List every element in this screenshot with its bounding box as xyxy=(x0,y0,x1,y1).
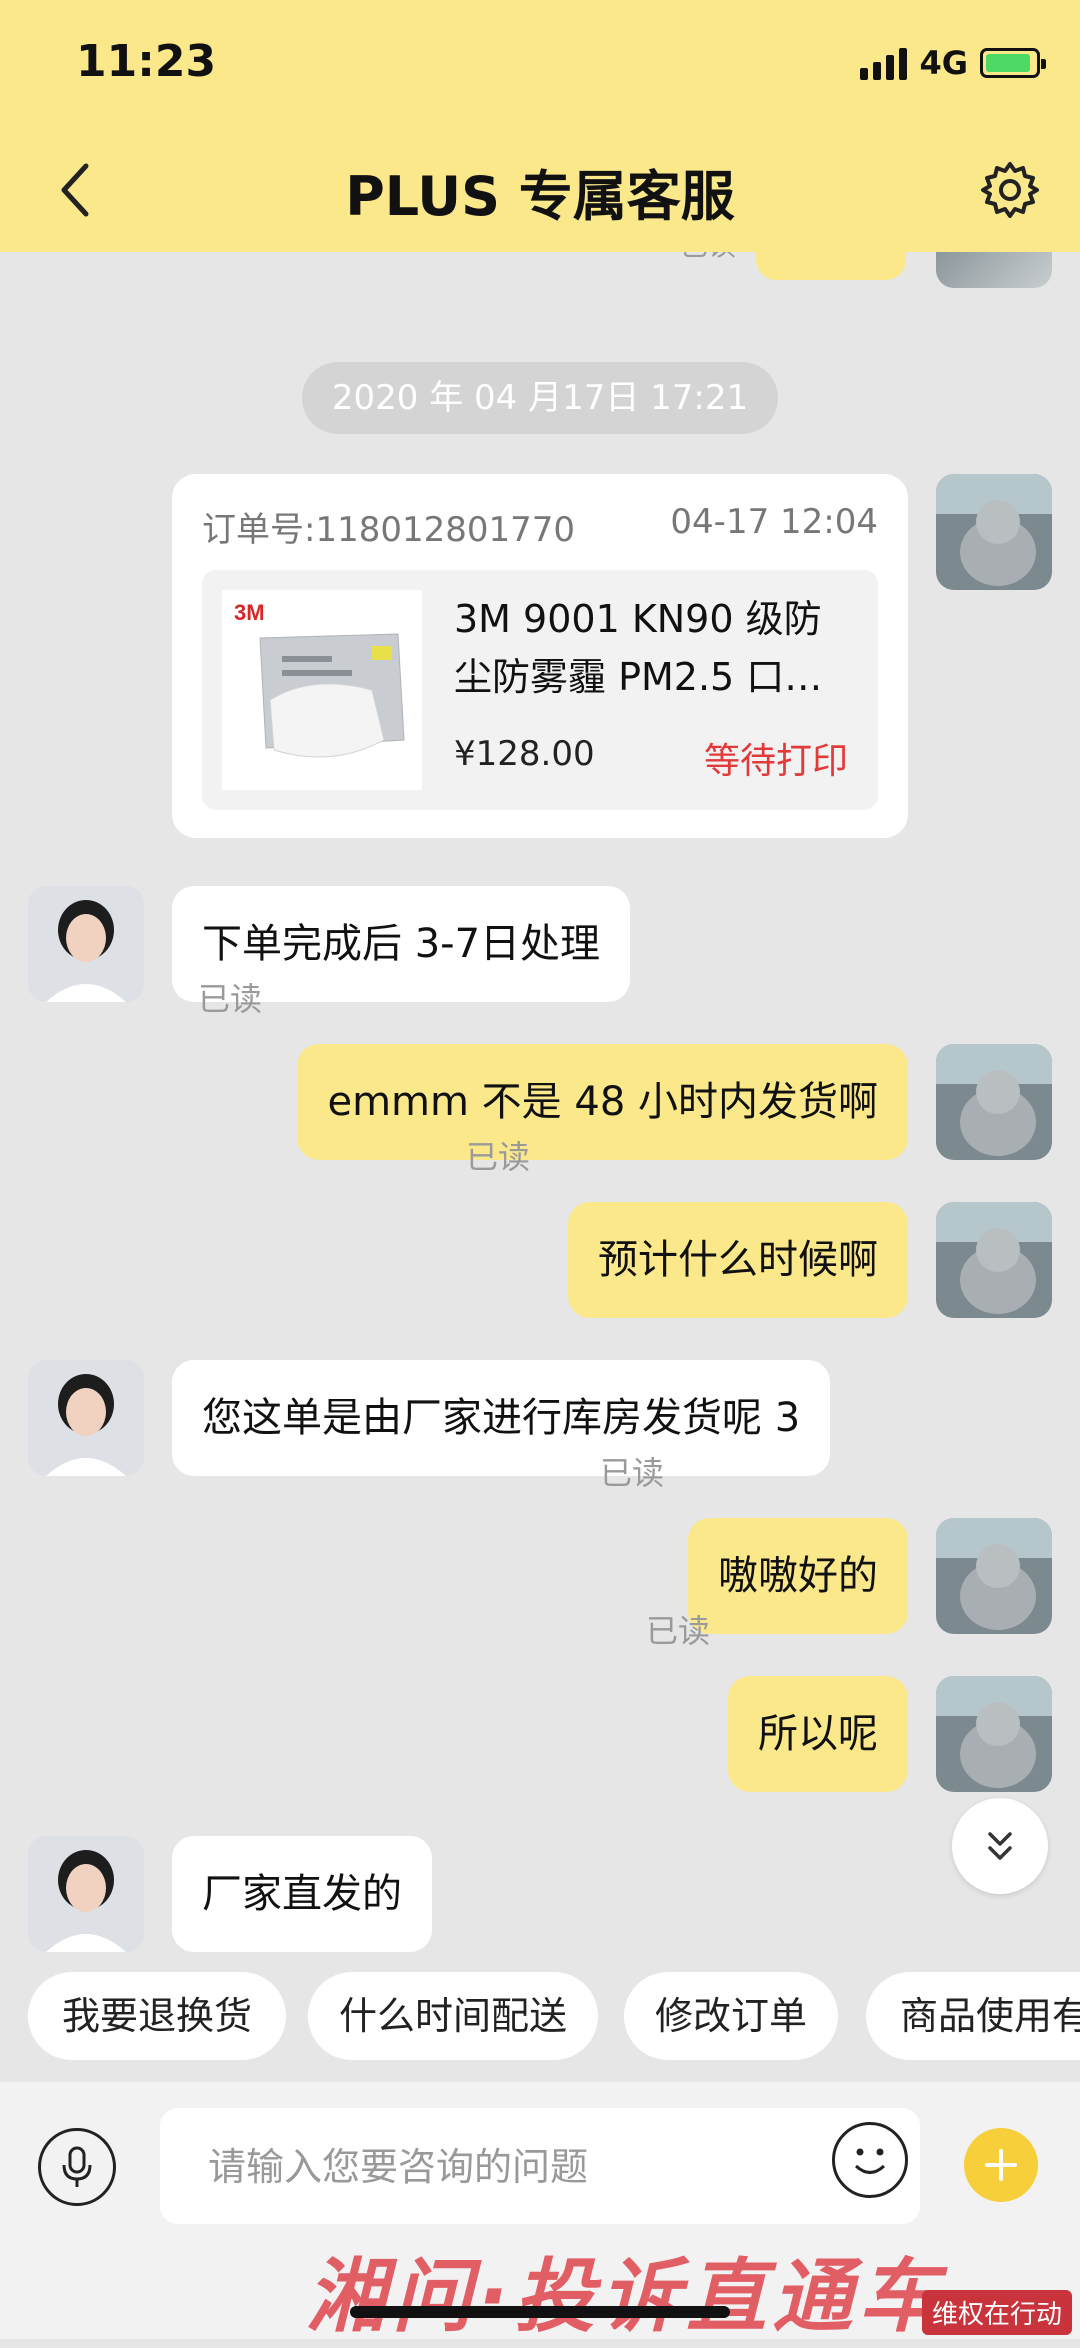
product-price: ¥128.00 xyxy=(454,734,595,774)
timestamp: 2020 年 04 月17日 17:21 xyxy=(302,362,778,434)
message-bubble-partial xyxy=(756,252,906,280)
message-bubble[interactable]: 所以呢 xyxy=(728,1676,908,1792)
plus-icon xyxy=(985,2149,1017,2181)
message-input[interactable] xyxy=(206,2108,770,2226)
message-bubble[interactable]: 预计什么时候啊 xyxy=(568,1202,908,1318)
product-image: 3M xyxy=(222,590,422,790)
order-time: 04-17 12:04 xyxy=(670,502,878,542)
page-title: PLUS 专属客服 xyxy=(345,165,735,228)
home-indicator xyxy=(350,2306,730,2318)
user-avatar[interactable] xyxy=(936,1044,1052,1160)
read-receipt: 已读 xyxy=(680,252,736,264)
smiley-icon xyxy=(854,2148,886,2174)
double-chevron-down-icon xyxy=(988,1832,1012,1860)
header: 11:23 4G PLUS 专属客服 xyxy=(0,0,1080,252)
user-avatar[interactable] xyxy=(936,1676,1052,1792)
scroll-to-bottom-button[interactable] xyxy=(952,1798,1048,1894)
quick-reply-chip[interactable]: 什么时间配送 xyxy=(308,1972,598,2060)
user-avatar[interactable] xyxy=(936,474,1052,590)
message-input-container xyxy=(160,2108,920,2226)
agent-avatar[interactable] xyxy=(28,1360,144,1476)
status-time: 11:23 xyxy=(76,36,217,87)
product-name: 3M 9001 KN90 级防尘防雾霾 PM2.5 口… xyxy=(454,597,823,699)
product-box[interactable]: 3M 3M 9001 KN90 级防尘防雾霾 PM2.5 口… ¥128.00 … xyxy=(202,570,878,810)
settings-button[interactable] xyxy=(970,150,1050,230)
message-bubble[interactable]: emmm 不是 48 小时内发货啊 xyxy=(297,1044,908,1160)
quick-reply-chip[interactable]: 修改订单 xyxy=(624,1972,838,2060)
message-bubble[interactable]: 您这单是由厂家进行库房发货呢 3 xyxy=(172,1360,831,1476)
network-type: 4G xyxy=(919,44,968,82)
status-indicators: 4G xyxy=(860,44,1046,82)
watermark-stamp: 维权在行动 xyxy=(921,2290,1072,2335)
order-number: 订单号:118012801770 xyxy=(202,510,576,550)
user-avatar[interactable] xyxy=(936,252,1052,288)
watermark: 湘问·投诉直通车 xyxy=(306,2250,945,2343)
quick-reply-chip[interactable]: 商品使用有 xyxy=(866,1972,1080,2060)
read-receipt: 已读 xyxy=(197,980,262,1018)
chat-area[interactable]: 已读 2020 年 04 月17日 17:21 订单号:118012801770… xyxy=(0,252,1080,1962)
gear-icon xyxy=(981,162,1039,218)
quick-replies: 我要退换货 什么时间配送 修改订单 商品使用有 xyxy=(0,1972,1080,2062)
agent-avatar[interactable] xyxy=(28,1836,144,1952)
message-bubble[interactable]: 厂家直发的 xyxy=(172,1836,432,1952)
read-receipt: 已读 xyxy=(599,1454,664,1492)
read-receipt: 已读 xyxy=(465,1138,530,1176)
signal-icon xyxy=(860,46,908,80)
message-bubble[interactable]: 嗷嗷好的 xyxy=(688,1518,908,1634)
emoji-button[interactable] xyxy=(832,2122,908,2198)
user-avatar[interactable] xyxy=(936,1518,1052,1634)
read-receipt: 已读 xyxy=(645,1612,710,1650)
svg-text:3M: 3M xyxy=(234,600,265,625)
voice-button[interactable] xyxy=(38,2128,116,2206)
user-avatar[interactable] xyxy=(936,1202,1052,1318)
order-card[interactable]: 订单号:118012801770 04-17 12:04 3M 3M 9001 … xyxy=(172,474,908,838)
more-button[interactable] xyxy=(964,2128,1038,2202)
battery-icon xyxy=(980,48,1046,78)
microphone-icon xyxy=(62,2146,92,2187)
quick-reply-chip[interactable]: 我要退换货 xyxy=(28,1972,286,2060)
agent-avatar[interactable] xyxy=(28,886,144,1002)
order-status: 等待打印 xyxy=(703,741,848,782)
